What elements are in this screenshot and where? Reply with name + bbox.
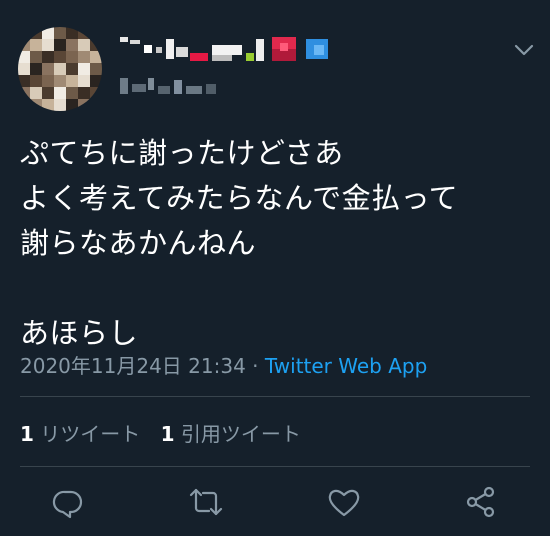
reply-icon[interactable]	[50, 484, 86, 520]
divider	[20, 466, 530, 467]
meta-separator: ·	[245, 354, 265, 378]
share-icon[interactable]	[463, 484, 499, 520]
display-name[interactable]	[120, 37, 340, 63]
tweet-meta: 2020年11月24日 21:34 · Twitter Web App	[20, 350, 427, 379]
tweet-actions	[0, 480, 550, 524]
retweets-stat[interactable]: 1 リツイート	[20, 422, 140, 446]
retweet-icon[interactable]	[188, 484, 224, 520]
chevron-down-icon[interactable]	[512, 38, 536, 62]
quotes-label: 引用ツイート	[180, 422, 301, 446]
divider	[20, 396, 530, 397]
retweets-count: 1	[20, 422, 34, 446]
tweet-source-link[interactable]: Twitter Web App	[265, 354, 427, 378]
username-handle[interactable]	[120, 78, 240, 100]
quotes-stat[interactable]: 1 引用ツイート	[161, 422, 301, 446]
retweets-label: リツイート	[40, 422, 141, 446]
tweet-text: ぷてちに謝ったけどさあ よく考えてみたらなんで金払って 謝らなあかんねん あほら…	[20, 136, 459, 350]
avatar[interactable]	[18, 27, 102, 111]
quotes-count: 1	[160, 422, 175, 446]
heart-icon[interactable]	[326, 484, 362, 520]
tweet-timestamp[interactable]: 2020年11月24日 21:34	[20, 354, 246, 378]
tweet-stats: 1 リツイート 1 引用ツイート	[20, 418, 315, 447]
